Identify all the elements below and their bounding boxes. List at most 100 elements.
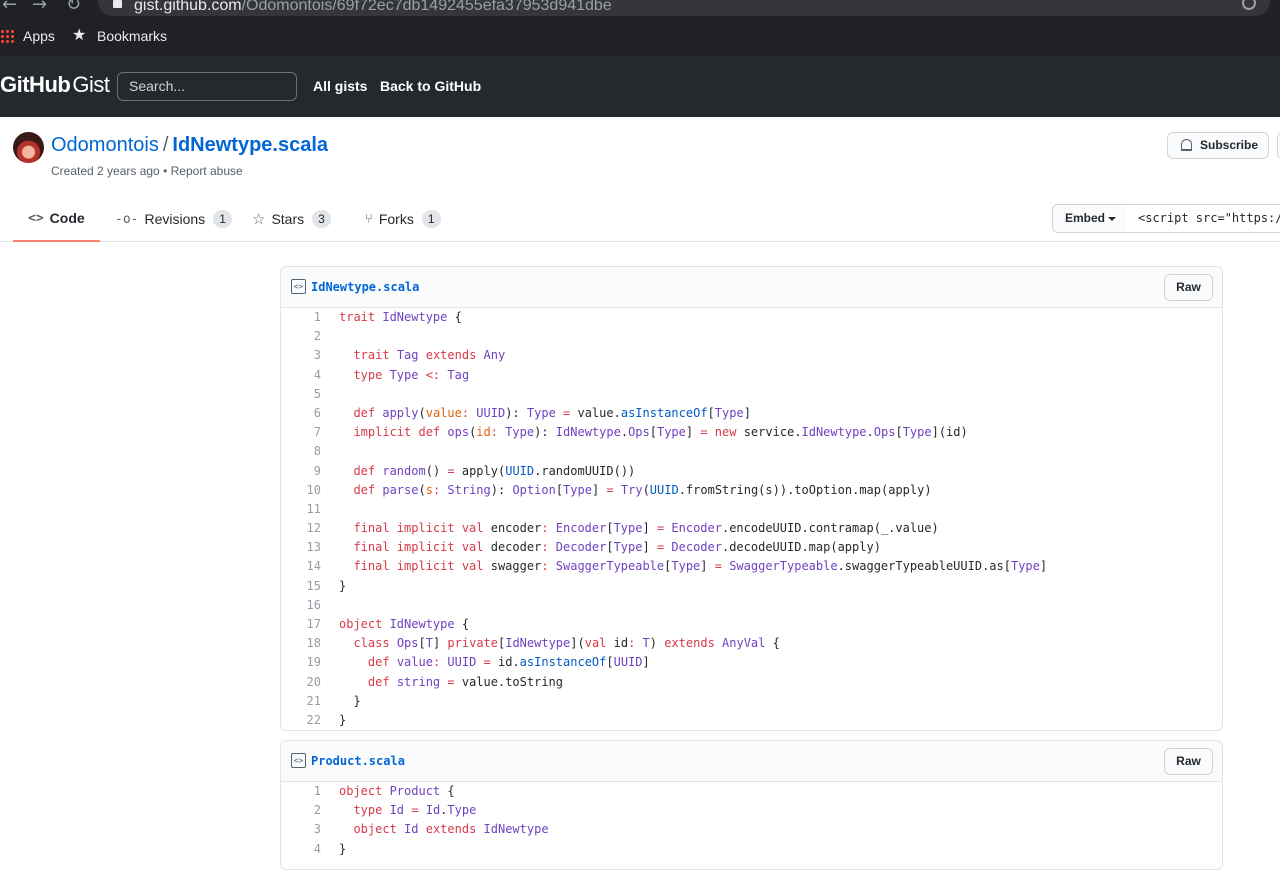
code-line: 9 def random() = apply(UUID.randomUUID()… <box>281 462 1222 481</box>
commit-icon: -o- <box>115 211 139 227</box>
gist-filename-link[interactable]: IdNewtype.scala <box>172 134 328 156</box>
line-number[interactable]: 11 <box>281 502 321 516</box>
file-name-link[interactable]: IdNewtype.scala <box>311 280 419 294</box>
revisions-counter: 1 <box>213 210 232 228</box>
code-block: 1 trait IdNewtype {2 3 trait Tag extends A… <box>281 308 1222 730</box>
line-number[interactable]: 10 <box>281 483 321 497</box>
report-abuse-link[interactable]: Report abuse <box>171 164 243 178</box>
line-number[interactable]: 8 <box>281 444 321 458</box>
line-number[interactable]: 19 <box>281 655 321 669</box>
line-content: trait IdNewtype { <box>339 310 462 324</box>
code-line: 5 <box>281 385 1222 404</box>
code-line: 4} <box>281 840 1222 859</box>
address-bar-row: ← → ↻ gist.github.com/Odomontois/69f72ec… <box>0 0 1280 18</box>
bookmark-apps[interactable]: Apps <box>23 28 55 44</box>
code-square-icon: <> <box>291 753 306 768</box>
line-content: object Id extends IdNewtype <box>353 822 549 837</box>
apps-grid-icon[interactable] <box>0 29 14 43</box>
line-number[interactable]: 3 <box>281 348 321 362</box>
code-line: 10 def parse(s: String): Option[Type] = … <box>281 481 1222 500</box>
url-path: /Odomontois/69f72ec7db1492455efa37953d94… <box>241 0 612 14</box>
caret-down-icon <box>1108 216 1117 221</box>
line-content: def random() = apply(UUID.randomUUID()) <box>353 463 636 478</box>
line-content: type Id = Id.Type <box>353 803 477 818</box>
line-number[interactable]: 14 <box>281 559 321 573</box>
raw-button[interactable]: Raw <box>1164 274 1213 301</box>
gist-title: Odomontois / IdNewtype.scala <box>51 134 328 157</box>
reload-icon[interactable]: ↻ <box>66 0 81 15</box>
subscribe-label: Subscribe <box>1200 138 1259 152</box>
line-number[interactable]: 2 <box>281 329 321 343</box>
line-number[interactable]: 22 <box>281 713 321 727</box>
bookmarks-bar: Apps ★ Bookmarks <box>0 24 1280 50</box>
code-block: 1 object Product { 2 type Id = Id.Type 3 ob… <box>281 782 1222 859</box>
code-line: 6 def apply(value: UUID): Type = value.a… <box>281 404 1222 423</box>
code-line: 11 <box>281 500 1222 519</box>
line-number[interactable]: 21 <box>281 694 321 708</box>
embed-label: Embed <box>1065 211 1106 225</box>
tab-code[interactable]: <> Code <box>13 196 100 242</box>
logo-github: GitHub <box>0 72 71 97</box>
line-number[interactable]: 9 <box>281 464 321 478</box>
line-number[interactable]: 3 <box>281 822 321 836</box>
all-gists-link[interactable]: All gists <box>313 78 367 94</box>
line-number[interactable]: 2 <box>281 803 321 817</box>
avatar[interactable] <box>13 132 44 163</box>
code-line: 13 final implicit val decoder: Decoder[T… <box>281 538 1222 557</box>
file-box: <> Product.scala Raw 1 object Product { 2 … <box>280 740 1223 870</box>
github-gist-logo[interactable]: GitHubGist <box>0 72 110 98</box>
raw-button[interactable]: Raw <box>1164 748 1213 775</box>
back-icon[interactable]: ← <box>2 0 17 15</box>
title-separator: / <box>162 134 169 156</box>
line-number[interactable]: 13 <box>281 540 321 554</box>
file-name-link[interactable]: Product.scala <box>311 754 405 768</box>
line-number[interactable]: 20 <box>281 675 321 689</box>
line-content: def apply(value: UUID): Type = value.asI… <box>353 405 751 420</box>
line-number[interactable]: 4 <box>281 842 321 856</box>
tab-forks[interactable]: ⑂ Forks 1 <box>365 196 441 242</box>
code-line: 2 type Id = Id.Type <box>281 801 1222 820</box>
url-text[interactable]: gist.github.com/Odomontois/69f72ec7db149… <box>134 0 612 15</box>
tab-revisions-label: Revisions <box>144 211 206 227</box>
line-number[interactable]: 7 <box>281 425 321 439</box>
line-content: def parse(s: String): Option[Type] = Try… <box>353 482 932 497</box>
line-number[interactable]: 1 <box>281 784 321 798</box>
line-number[interactable]: 17 <box>281 617 321 631</box>
subscribe-button[interactable]: Subscribe <box>1167 132 1269 159</box>
tab-forks-label: Forks <box>378 211 414 227</box>
line-content: } <box>339 712 347 727</box>
gist-meta: Created 2 years ago • Report abuse <box>51 164 243 178</box>
code-line: 19 def value: UUID = id.asInstanceOf[UUI… <box>281 653 1222 672</box>
embed-code-input[interactable]: <script src="https:// <box>1126 204 1280 233</box>
line-content: object Product { <box>339 784 455 798</box>
code-line: 17 object IdNewtype { <box>281 615 1222 634</box>
line-number[interactable]: 4 <box>281 368 321 382</box>
line-number[interactable]: 15 <box>281 579 321 593</box>
code-line: 2 <box>281 327 1222 346</box>
forks-counter: 1 <box>421 210 441 228</box>
stars-counter: 3 <box>312 210 331 228</box>
url-host: gist.github.com <box>134 0 242 14</box>
star-icon: ★ <box>72 25 87 44</box>
back-to-github-link[interactable]: Back to GitHub <box>380 78 481 94</box>
line-content: final implicit val swagger: SwaggerTypea… <box>353 559 1048 574</box>
line-number[interactable]: 5 <box>281 387 321 401</box>
line-number[interactable]: 18 <box>281 636 321 650</box>
code-square-icon: <> <box>291 279 306 294</box>
code-line: 15} <box>281 577 1222 596</box>
line-number[interactable]: 1 <box>281 310 321 324</box>
line-number[interactable]: 6 <box>281 406 321 420</box>
meta-dot: • <box>163 164 168 178</box>
forward-icon[interactable]: → <box>32 0 47 15</box>
line-number[interactable]: 16 <box>281 598 321 612</box>
owner-link[interactable]: Odomontois <box>51 134 159 156</box>
search-input[interactable]: Search... <box>117 72 297 101</box>
tab-stars[interactable]: ☆ Stars 3 <box>252 196 331 242</box>
embed-dropdown[interactable]: Embed <box>1052 204 1127 233</box>
tab-revisions[interactable]: -o- Revisions 1 <box>115 196 232 242</box>
code-line: 16 <box>281 596 1222 615</box>
bookmark-bookmarks[interactable]: Bookmarks <box>97 28 167 44</box>
tab-code-label: Code <box>49 210 85 226</box>
line-number[interactable]: 12 <box>281 521 321 535</box>
gist-header: GitHubGist Search... All gists Back to G… <box>0 56 1280 117</box>
